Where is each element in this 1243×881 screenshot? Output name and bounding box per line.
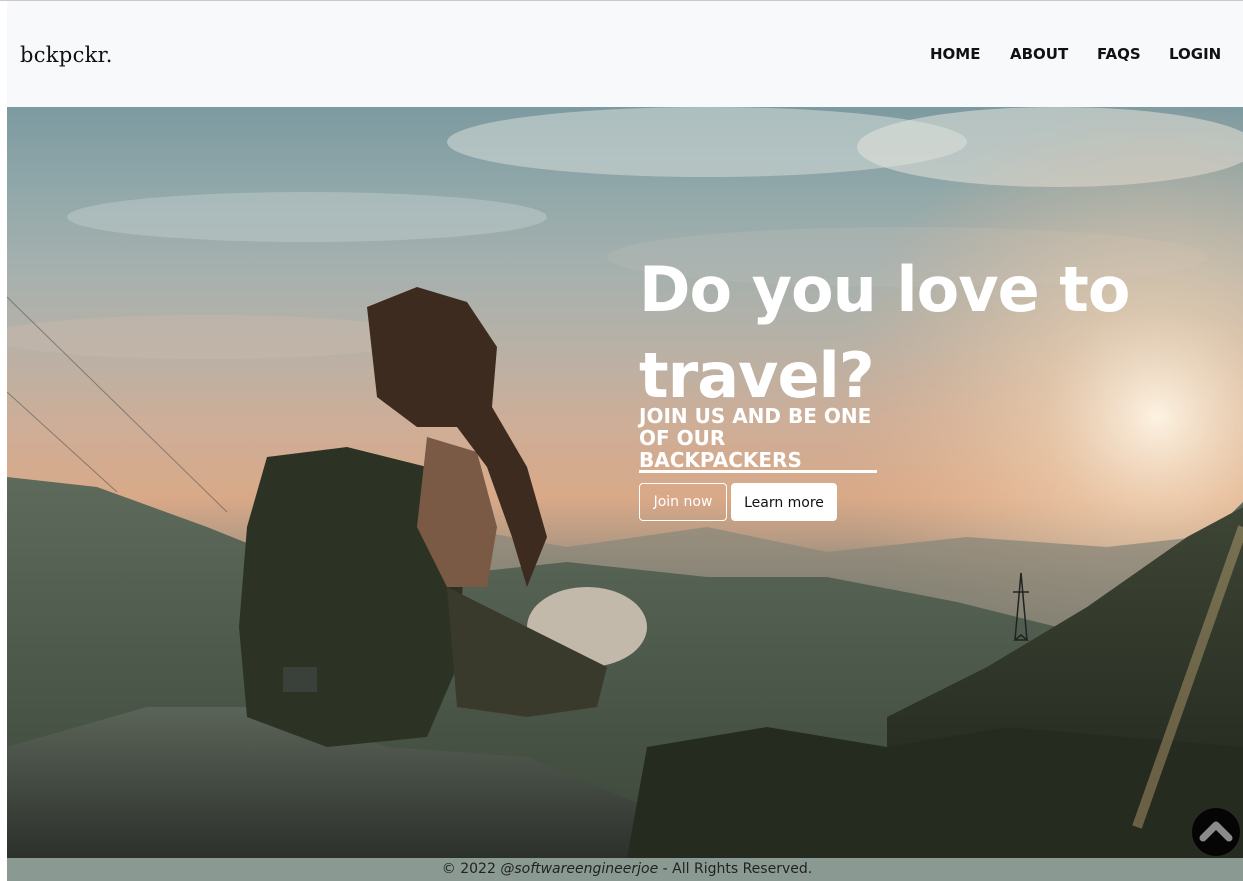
author-handle: @softwareengineerjoe <box>500 861 659 877</box>
hero-background-image <box>7 107 1243 858</box>
copyright-text: © 2022 @softwareengineerjoe - All Rights… <box>7 861 1243 877</box>
footer: © 2022 @softwareengineerjoe - All Rights… <box>7 858 1243 881</box>
join-now-button[interactable]: Join now <box>639 483 727 521</box>
nav-item-about[interactable]: ABOUT <box>1010 45 1068 63</box>
subheading-underline <box>639 470 877 473</box>
copyright-prefix: © 2022 <box>441 861 501 877</box>
hero-subheading: JOIN US AND BE ONE OF OUR BACKPACKERS <box>639 405 889 471</box>
navbar: bckpckr. HOME ABOUT FAQS LOGIN <box>7 1 1243 107</box>
hero-section: Do you love to travel? JOIN US AND BE ON… <box>7 107 1243 858</box>
brand-logo[interactable]: bckpckr. <box>20 43 113 67</box>
scroll-to-top-button[interactable] <box>1192 808 1240 856</box>
learn-more-button[interactable]: Learn more <box>731 483 837 521</box>
nav-item-login[interactable]: LOGIN <box>1169 45 1221 63</box>
copyright-suffix: - All Rights Reserved. <box>658 861 813 877</box>
nav-item-faqs[interactable]: FAQS <box>1097 45 1141 63</box>
hero-subheading-highlight: BACKPACKERS <box>639 448 802 472</box>
hero-headline: Do you love to travel? <box>639 253 1131 412</box>
chevron-up-icon <box>1199 821 1233 842</box>
hero-subheading-text: JOIN US AND BE ONE OF OUR <box>639 404 872 450</box>
nav-item-home[interactable]: HOME <box>930 45 980 63</box>
